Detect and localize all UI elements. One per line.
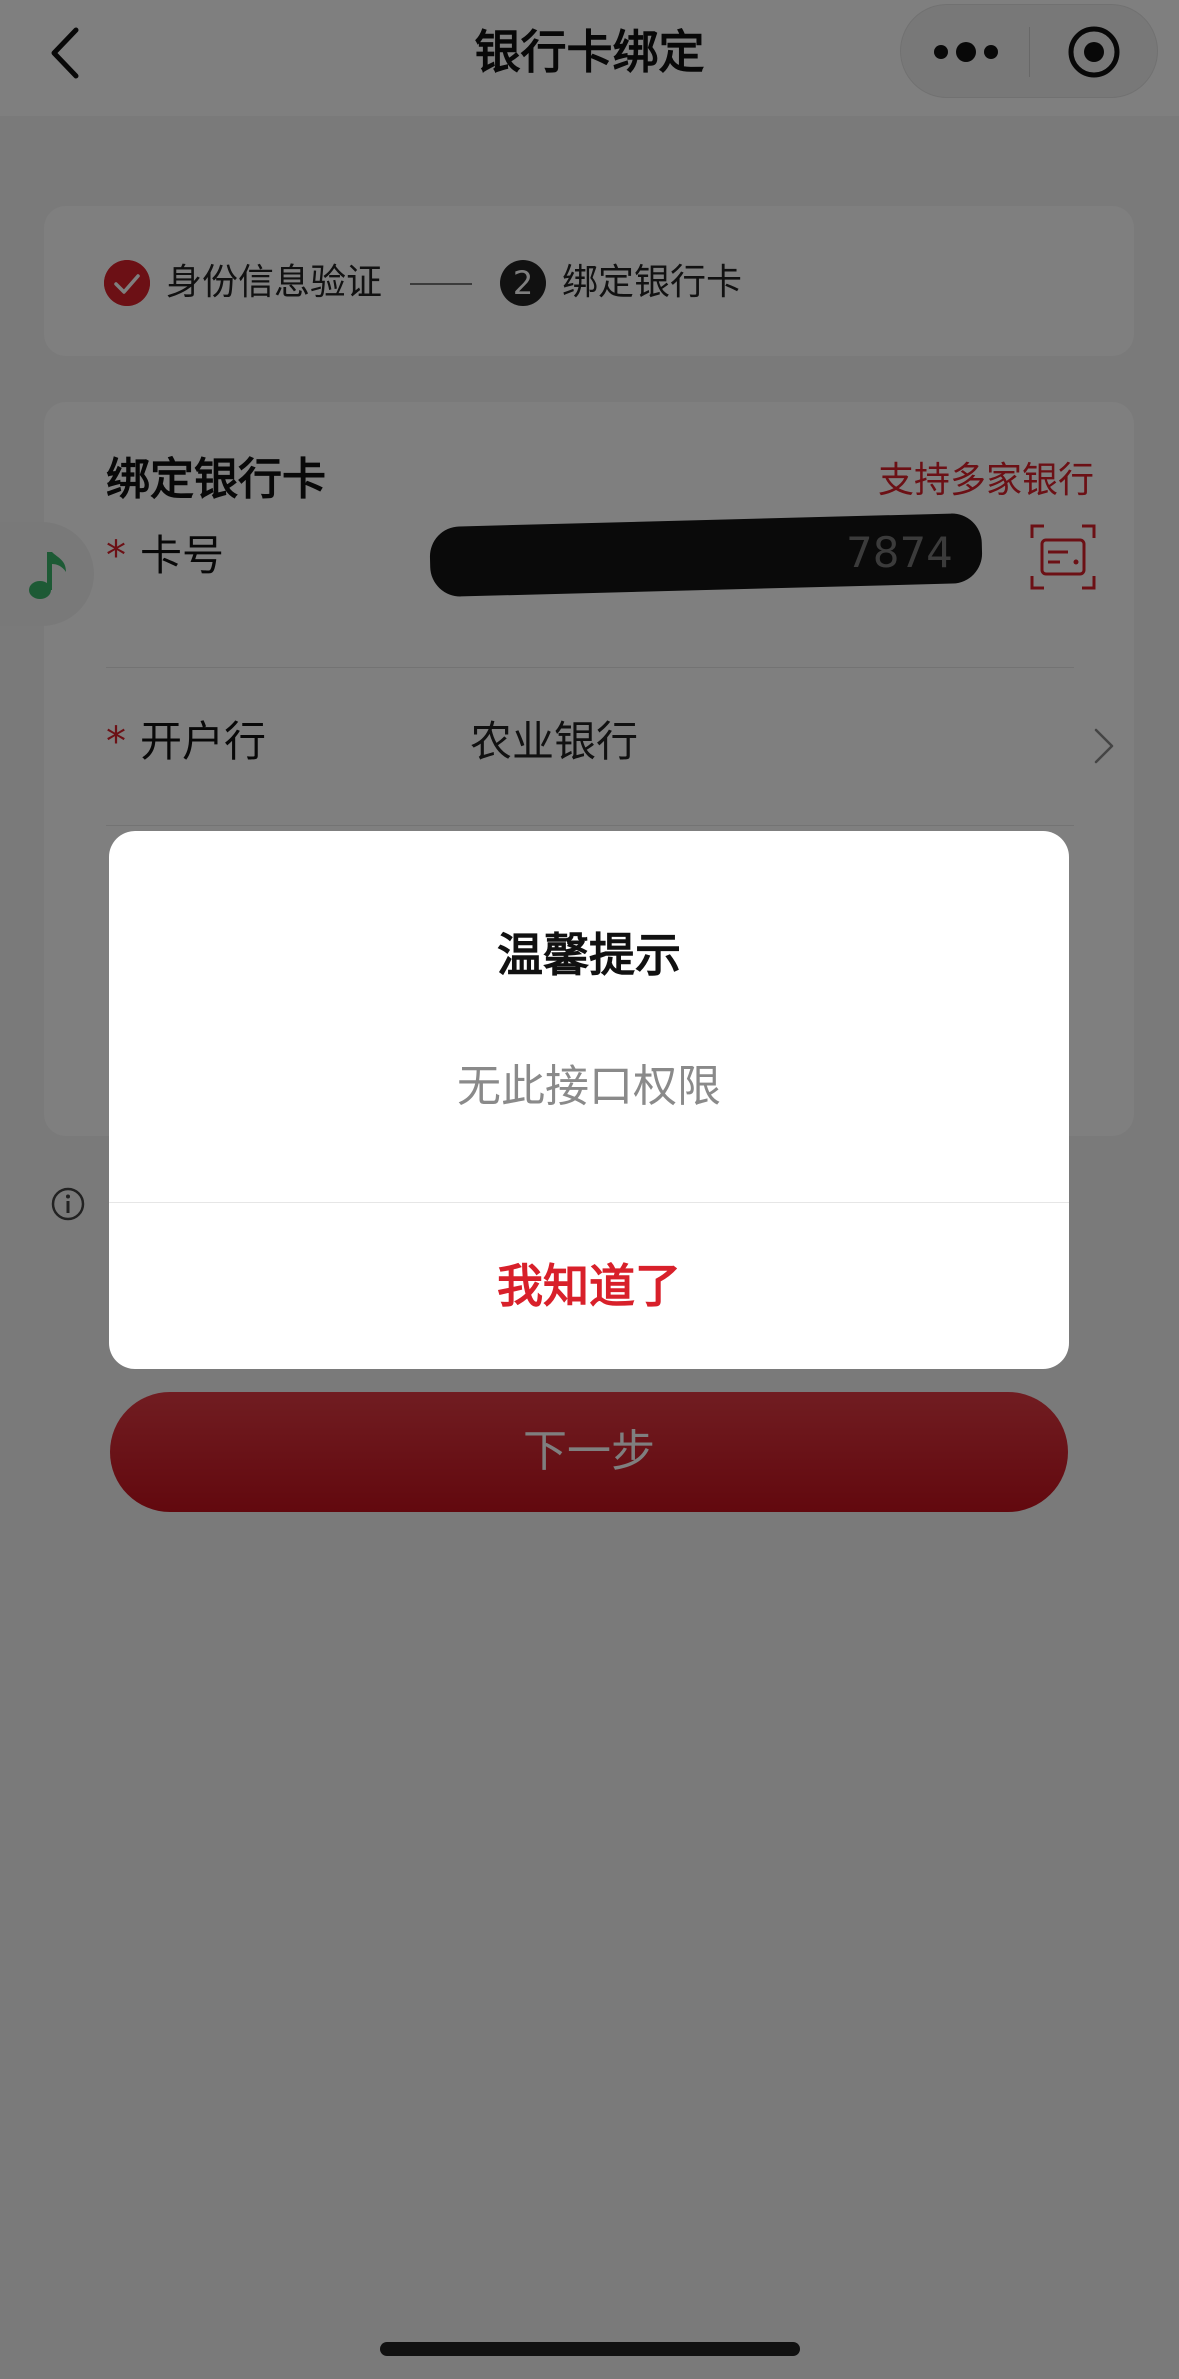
alert-dialog: 温馨提示 无此接口权限 我知道了	[109, 831, 1069, 1369]
dialog-confirm-button[interactable]: 我知道了	[109, 1203, 1069, 1369]
home-indicator	[380, 2342, 800, 2356]
dialog-title: 温馨提示	[497, 928, 681, 982]
bind-bank-card-page: 银行卡绑定 身份信息验证 2 绑定银行卡 绑定银行卡 支持多家银行	[0, 0, 1179, 2379]
dialog-message: 无此接口权限	[457, 1061, 721, 1112]
